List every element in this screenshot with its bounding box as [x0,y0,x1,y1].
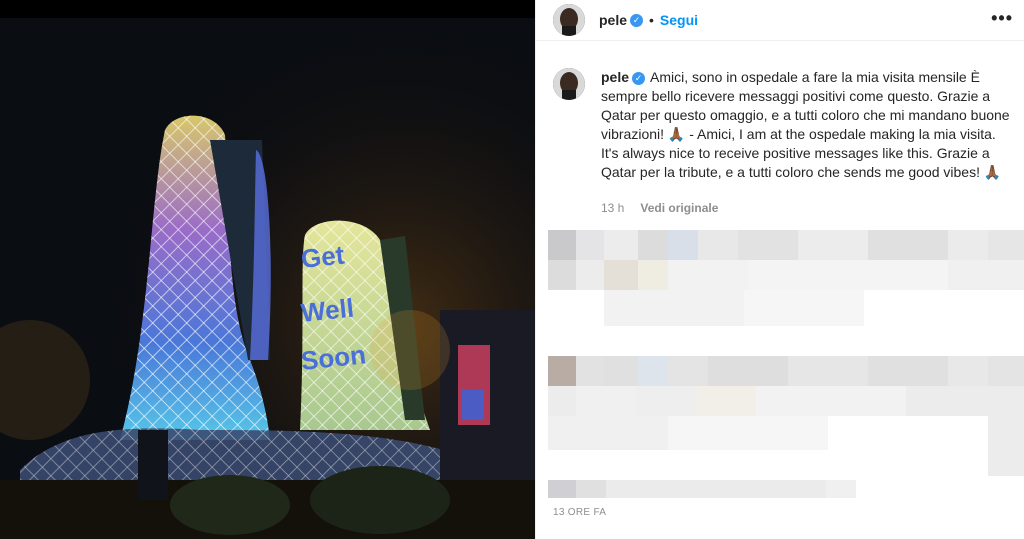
avatar[interactable] [553,4,585,36]
follow-button[interactable]: Segui [660,12,698,28]
post-photo[interactable]: Get Well Soon [0,0,535,539]
verified-badge-icon: ✓ [630,14,644,28]
projection-text: Get [299,240,346,274]
post-header: pele ✓ • Segui ••• [536,0,1024,41]
photo-top-bar [0,0,535,18]
blurred-comments [548,226,1024,501]
separator-dot: • [649,12,654,28]
photo-illustration: Get Well Soon [0,0,535,539]
caption-meta: 13 h Vedi originale [601,201,718,215]
avatar-image [553,4,585,36]
post-timestamp: 13 ORE FA [553,507,607,518]
svg-text:Well: Well [299,293,355,328]
username-link[interactable]: pele [599,12,627,28]
caption-avatar[interactable] [553,68,585,100]
caption-verified-badge-icon: ✓ [632,71,646,85]
post-caption: pele ✓ Amici, sono in ospedale a fare la m… [601,68,1013,182]
caption-avatar-image [553,68,585,100]
caption-username-link[interactable]: pele [601,69,629,85]
post-header-line: pele ✓ • Segui [599,12,698,30]
more-options-icon[interactable]: ••• [991,8,1013,29]
caption-text: Amici, sono in ospedale a fare la mia vi… [601,69,1010,180]
caption-age: 13 h [601,201,625,215]
see-original-link[interactable]: Vedi originale [640,201,718,215]
